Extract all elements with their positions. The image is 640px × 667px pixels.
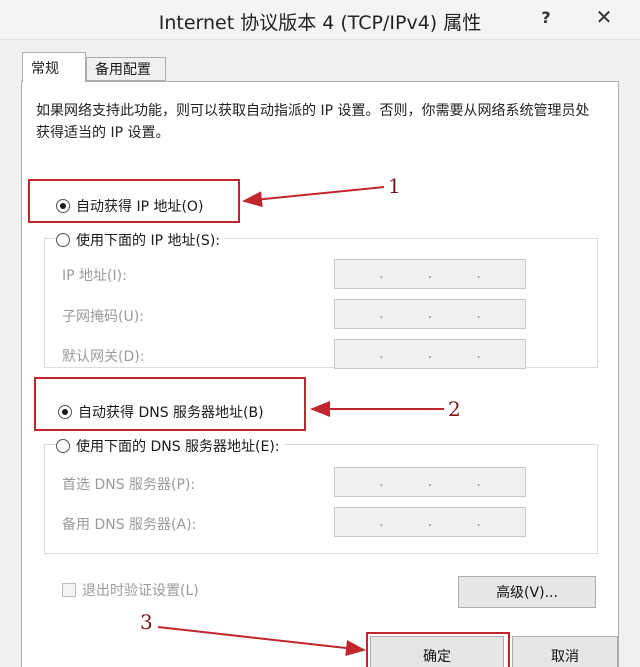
manual-dns-radio-row[interactable]: 使用下面的 DNS 服务器地址(E):	[56, 436, 284, 456]
ip-address-input[interactable]: ...	[334, 259, 526, 289]
subnet-mask-label: 子网掩码(U):	[62, 309, 144, 325]
manual-dns-label: 使用下面的 DNS 服务器地址(E):	[76, 439, 280, 455]
manual-ip-radio[interactable]	[56, 233, 70, 247]
annotation-box-auto-ip	[28, 179, 240, 223]
subnet-mask-input[interactable]: ...	[334, 299, 526, 329]
callout-number-2: 2	[448, 397, 461, 421]
preferred-dns-label: 首选 DNS 服务器(P):	[62, 477, 196, 493]
validate-settings-row[interactable]: 退出时验证设置(L)	[62, 580, 199, 600]
default-gateway-input[interactable]: ...	[334, 339, 526, 369]
annotation-box-ok	[366, 632, 510, 667]
ip-address-label: IP 地址(I):	[62, 268, 127, 284]
manual-dns-radio[interactable]	[56, 439, 70, 453]
validate-settings-label: 退出时验证设置(L)	[82, 583, 199, 599]
annotation-box-auto-dns	[34, 377, 306, 431]
advanced-button[interactable]: 高级(V)...	[458, 576, 596, 608]
alternate-dns-label: 备用 DNS 服务器(A):	[62, 517, 197, 533]
callout-number-3: 3	[140, 610, 153, 634]
validate-settings-checkbox[interactable]	[62, 583, 76, 597]
help-button[interactable]: ?	[520, 0, 572, 34]
tab-alternate-configuration[interactable]: 备用配置	[86, 57, 166, 81]
tab-general[interactable]: 常规	[22, 52, 86, 82]
description-text: 如果网络支持此功能，则可以获取自动指派的 IP 设置。否则，你需要从网络系统管理…	[36, 103, 590, 141]
title-bar: Internet 协议版本 4 (TCP/IPv4) 属性 ? ✕	[0, 0, 640, 40]
default-gateway-label: 默认网关(D):	[62, 349, 145, 365]
preferred-dns-input[interactable]: ...	[334, 467, 526, 497]
alternate-dns-input[interactable]: ...	[334, 507, 526, 537]
manual-ip-radio-row[interactable]: 使用下面的 IP 地址(S):	[56, 230, 224, 250]
manual-dns-group	[44, 444, 598, 554]
callout-number-1: 1	[388, 174, 401, 198]
manual-ip-label: 使用下面的 IP 地址(S):	[76, 233, 220, 249]
cancel-button[interactable]: 取消	[512, 636, 618, 667]
close-button[interactable]: ✕	[574, 0, 634, 34]
